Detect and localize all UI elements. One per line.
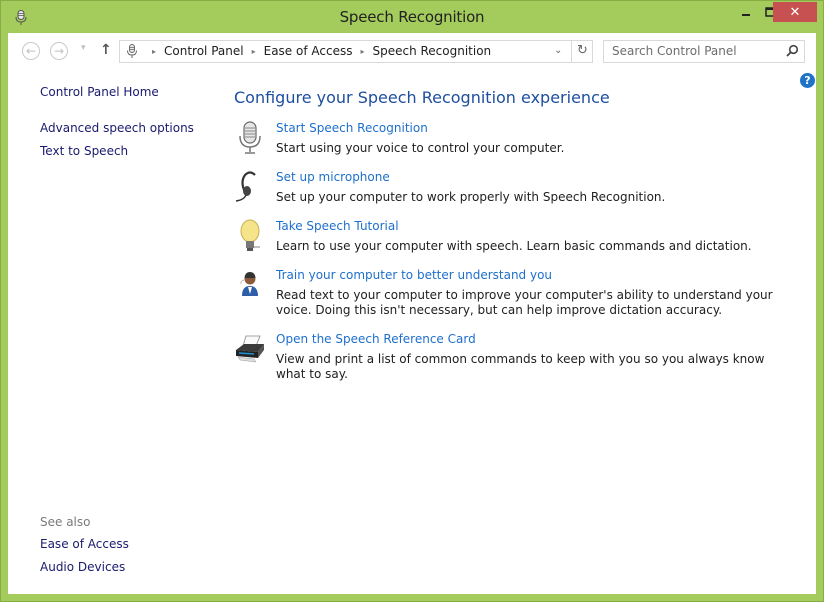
see-also-ease-of-access[interactable]: Ease of Access: [40, 537, 129, 551]
forward-arrow-icon: →: [53, 44, 65, 58]
microphone-icon: [127, 44, 137, 58]
task-description: Learn to use your computer with speech. …: [276, 239, 752, 253]
back-arrow-icon: ←: [25, 44, 37, 58]
microphone-icon: [239, 121, 261, 154]
address-dropdown-icon[interactable]: ⌄: [554, 45, 562, 56]
task-description: View and print a list of common commands…: [276, 352, 765, 381]
window-title: Speech Recognition: [339, 8, 485, 26]
divider: [571, 41, 572, 62]
chevron-down-icon: ▾: [81, 43, 86, 53]
set-up-microphone-link[interactable]: Set up microphone: [276, 170, 390, 184]
take-speech-tutorial-link[interactable]: Take Speech Tutorial: [276, 219, 399, 233]
back-button[interactable]: ←: [22, 42, 40, 60]
breadcrumb-separator-icon[interactable]: ▸: [152, 47, 156, 56]
minimize-icon: [742, 14, 750, 16]
recent-locations-button[interactable]: ▾: [81, 43, 86, 53]
address-bar[interactable]: ▸ Control Panel ▸ Ease of Access ▸ Speec…: [119, 40, 593, 63]
up-arrow-icon: ↑: [100, 42, 112, 58]
close-button[interactable]: ✕: [773, 2, 817, 22]
breadcrumb-control-panel[interactable]: Control Panel: [164, 44, 244, 58]
sidebar-item-control-panel-home[interactable]: Control Panel Home: [40, 85, 159, 99]
forward-button[interactable]: →: [50, 42, 68, 60]
train-computer-link[interactable]: Train your computer to better understand…: [276, 268, 552, 282]
refresh-icon[interactable]: ↻: [577, 43, 588, 58]
up-button[interactable]: ↑: [100, 42, 112, 58]
breadcrumb-separator-icon[interactable]: ▸: [252, 47, 256, 56]
breadcrumb: ▸ Control Panel ▸ Ease of Access ▸ Speec…: [144, 44, 491, 58]
close-icon: ✕: [789, 4, 801, 20]
help-label: ?: [804, 74, 811, 87]
sidebar-item-advanced-speech-options[interactable]: Advanced speech options: [40, 121, 194, 135]
search-input[interactable]: Search Control Panel: [603, 40, 805, 63]
open-speech-reference-card-link[interactable]: Open the Speech Reference Card: [276, 332, 476, 346]
task-description: Set up your computer to work properly wi…: [276, 190, 666, 204]
breadcrumb-separator-icon[interactable]: ▸: [360, 47, 364, 56]
minimize-button[interactable]: [733, 2, 759, 22]
search-placeholder: Search Control Panel: [612, 44, 737, 58]
breadcrumb-speech-recognition[interactable]: Speech Recognition: [372, 44, 491, 58]
start-speech-recognition-link[interactable]: Start Speech Recognition: [276, 121, 428, 135]
window: Speech Recognition ✕ ← → ▾ ↑ ▸ Control P…: [0, 0, 824, 602]
see-also-label: See also: [40, 515, 91, 529]
headset-icon: [235, 171, 256, 202]
see-also-audio-devices[interactable]: Audio Devices: [40, 560, 125, 574]
breadcrumb-ease-of-access[interactable]: Ease of Access: [264, 44, 353, 58]
sidebar-item-text-to-speech[interactable]: Text to Speech: [40, 144, 128, 158]
help-icon[interactable]: ?: [800, 73, 815, 88]
printer-icon: [236, 335, 264, 363]
user-headset-icon: [240, 272, 258, 296]
task-description: Read text to your computer to improve yo…: [276, 288, 773, 317]
page-title: Configure your Speech Recognition experi…: [234, 88, 610, 107]
control-panel-content: ← → ▾ ↑ ▸ Control Panel ▸ Ease of Access…: [8, 33, 816, 594]
search-icon[interactable]: [785, 44, 799, 58]
lightbulb-icon: [240, 219, 260, 251]
title-bar[interactable]: Speech Recognition ✕: [1, 1, 823, 34]
task-description: Start using your voice to control your c…: [276, 141, 565, 155]
